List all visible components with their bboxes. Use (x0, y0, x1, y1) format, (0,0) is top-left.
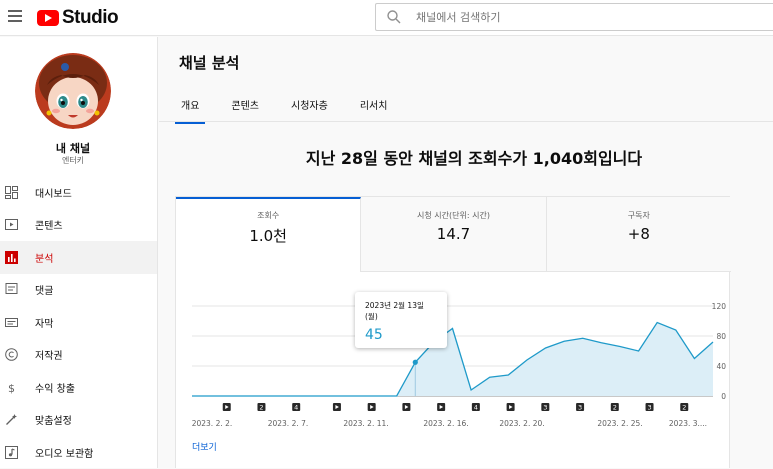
tab-research[interactable]: 리서치 (360, 97, 388, 124)
x-tick-label: 2023. 2. 16. (423, 419, 468, 427)
sidebar-nav: 대시보드 콘텐츠 분석 댓글 자막 저작권 $ 수익 창출 맞춤설정 오디오 보… (0, 176, 157, 469)
sidebar-item-monetization[interactable]: $ 수익 창출 (0, 371, 157, 404)
search-icon (387, 10, 401, 24)
copyright-icon (4, 348, 18, 362)
studio-logo[interactable]: Studio (37, 7, 119, 29)
top-bar: Studio (0, 0, 773, 36)
metric-tabs: 조회수 1.0천 시청 시간(단위: 시간) 14.7 구독자 +8 (176, 197, 731, 272)
search-box[interactable] (375, 3, 773, 31)
chart-area (192, 322, 713, 396)
menu-icon[interactable] (8, 10, 22, 22)
sidebar-item-label: 저작권 (35, 351, 63, 363)
sidebar-item-copyright[interactable]: 저작권 (0, 339, 157, 372)
monetization-icon: $ (4, 380, 18, 394)
y-tick-label: 0 (721, 392, 726, 401)
y-tick-label: 120 (712, 302, 727, 311)
tooltip-value: 45 (365, 327, 383, 343)
x-tick-label: 2023. 2. 25. (597, 419, 642, 427)
x-tick-label: 2023. 2. 20. (499, 419, 544, 427)
content-icon (4, 218, 18, 232)
sidebar-item-analytics[interactable]: 분석 (0, 241, 157, 274)
x-tick-label: 2023. 2. 7. (268, 419, 309, 427)
sidebar-item-label: 오디오 보관함 (35, 448, 94, 460)
tab-bar: 개요 콘텐츠 시청자층 리서치 (174, 97, 419, 124)
tab-audience[interactable]: 시청자층 (291, 97, 328, 124)
sidebar-item-label: 댓글 (35, 286, 54, 298)
sidebar-item-label: 수익 창출 (35, 383, 75, 395)
views-chart[interactable]: 0 40 80 120 2 4 4 3 3 2 3 2 2023. 2. 2. 2023. 2. 7. 20… (176, 287, 731, 427)
sidebar-item-customization[interactable]: 맞춤설정 (0, 404, 157, 437)
data-point (412, 359, 418, 365)
x-tick-label: 2023. 2. 11. (343, 419, 388, 427)
metric-label: 시청 시간(단위: 시간) (417, 211, 490, 220)
sidebar-item-label: 분석 (35, 253, 54, 265)
x-tick-label: 2023. 2. 2. (192, 419, 233, 427)
channel-subtitle: 엔터키 (61, 156, 85, 165)
sidebar-item-subtitles[interactable]: 자막 (0, 306, 157, 339)
main-content: 채널 분석 개요 콘텐츠 시청자층 리서치 지난 28일 동안 채널의 조회수가… (159, 37, 773, 468)
metric-watch-time[interactable]: 시청 시간(단위: 시간) 14.7 (361, 197, 547, 272)
marker-count: 2 (613, 404, 617, 412)
analytics-card: 조회수 1.0천 시청 시간(단위: 시간) 14.7 구독자 +8 0 40 80… (175, 196, 731, 468)
y-tick-label: 40 (716, 362, 726, 371)
channel-name: 내 채널 (55, 142, 91, 155)
metric-value: 14.7 (436, 225, 471, 243)
metric-value: 1.0천 (249, 227, 287, 245)
sidebar-item-label: 콘텐츠 (35, 221, 63, 233)
analytics-icon (4, 250, 18, 264)
tab-overview[interactable]: 개요 (174, 97, 206, 124)
metric-label: 조회수 (257, 211, 280, 220)
sidebar-item-content[interactable]: 콘텐츠 (0, 209, 157, 242)
marker-count: 2 (682, 404, 686, 412)
marker-count: 2 (259, 404, 263, 412)
sidebar: 내 채널 엔터키 대시보드 콘텐츠 분석 댓글 자막 저작권 $ 수익 창출 맞… (0, 37, 158, 468)
metric-subscribers[interactable]: 구독자 +8 (546, 197, 731, 272)
chart-tooltip: 2023년 2월 13일 (월) 45 (355, 292, 447, 348)
comments-icon (4, 283, 18, 297)
y-tick-label: 80 (716, 332, 726, 341)
metric-value: +8 (627, 225, 650, 243)
marker-count: 3 (543, 404, 547, 412)
sidebar-item-label: 맞춤설정 (35, 416, 72, 428)
tab-content[interactable]: 콘텐츠 (231, 97, 259, 124)
more-link[interactable]: 더보기 (192, 440, 217, 453)
channel-avatar[interactable] (35, 53, 111, 129)
sidebar-item-audio-library[interactable]: 오디오 보관함 (0, 436, 157, 469)
customization-icon (4, 413, 18, 427)
sidebar-item-comments[interactable]: 댓글 (0, 274, 157, 307)
x-tick-label: 2023. 3.... (669, 419, 707, 427)
subtitles-icon (4, 315, 18, 329)
sidebar-item-label: 대시보드 (35, 188, 72, 200)
metric-views[interactable]: 조회수 1.0천 (176, 197, 362, 272)
marker-count: 4 (294, 404, 298, 412)
metric-label: 구독자 (627, 211, 650, 220)
headline: 지난 28일 동안 채널의 조회수가 1,040회입니다 (305, 149, 643, 168)
svg-text:$: $ (8, 382, 15, 394)
marker-count: 4 (474, 404, 478, 412)
tab-divider (159, 121, 773, 122)
sidebar-item-dashboard[interactable]: 대시보드 (0, 176, 157, 209)
search-input[interactable] (416, 10, 716, 24)
dashboard-icon (4, 185, 18, 199)
sidebar-item-label: 자막 (35, 318, 54, 330)
audio-library-icon (4, 445, 18, 459)
tooltip-date: 2023년 2월 13일 (월) (365, 301, 424, 321)
marker-count: 3 (647, 404, 651, 412)
marker-count: 3 (578, 404, 582, 412)
page-title: 채널 분석 (179, 54, 240, 72)
youtube-logo-icon (37, 10, 59, 26)
logo-text: Studio (62, 7, 119, 28)
